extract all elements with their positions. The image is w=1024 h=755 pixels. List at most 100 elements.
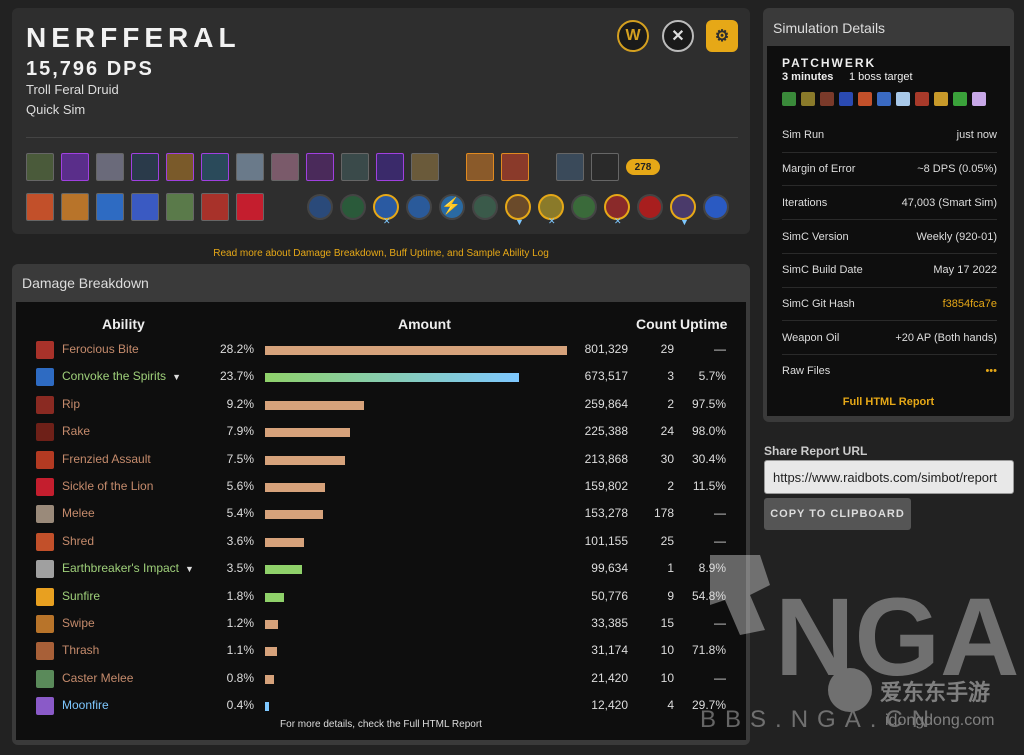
ability-row[interactable]: Shred 3.6% 101,155 25 — (16, 529, 746, 556)
gear-slot-icon[interactable] (96, 153, 124, 181)
column-header-count: Count (636, 316, 677, 332)
ability-name[interactable]: Caster Melee (62, 671, 133, 685)
damage-percent: 0.8% (226, 670, 254, 685)
ability-name-text: Convoke the Spirits (62, 369, 167, 384)
damage-percent: 3.6% (226, 533, 254, 548)
talent-icon[interactable] (96, 193, 124, 221)
gear-slot-icon[interactable] (306, 153, 334, 181)
uptime-value: 98.0% (691, 424, 726, 439)
ability-row[interactable]: Melee 5.4% 153,278 178 — (16, 501, 746, 528)
ability-name[interactable]: Shred (62, 534, 94, 548)
talent-icon[interactable] (236, 193, 264, 221)
talent-icon[interactable] (201, 193, 229, 221)
buff-icon[interactable] (839, 92, 853, 106)
soulbind-trait-icon[interactable] (406, 194, 432, 220)
talent-icon[interactable] (166, 193, 194, 221)
buff-icon[interactable] (972, 92, 986, 106)
ability-icon (36, 478, 54, 496)
ability-name[interactable]: Earthbreaker's Impact ▼ (62, 561, 194, 575)
soulbind-trait-icon[interactable]: ▼ (505, 194, 531, 227)
soulbind-trait-icon[interactable] (571, 194, 597, 220)
full-html-report-link[interactable]: Full HTML Report (767, 396, 1010, 408)
sim-detail-value[interactable]: f3854fca7e (943, 298, 997, 310)
buff-icon[interactable] (915, 92, 929, 106)
soulbind-trait-icon[interactable] (472, 194, 498, 220)
ability-row[interactable]: Swipe 1.2% 33,385 15 — (16, 611, 746, 638)
ability-name-text: Rake (62, 424, 91, 439)
ability-row[interactable]: Frenzied Assault 7.5% 213,868 30 30.4% (16, 447, 746, 474)
damage-amount: 99,634 (591, 561, 628, 576)
ability-name[interactable]: Swipe (62, 616, 95, 630)
ability-name-text: Sunfire (62, 588, 101, 603)
soulbind-trait-icon[interactable]: ⚡ (439, 194, 465, 220)
sim-detail-label: SimC Git Hash (782, 298, 855, 310)
expand-caret-icon[interactable]: ▼ (172, 372, 181, 382)
soulbind-trait-icon[interactable]: ✕ (373, 194, 399, 226)
ability-name[interactable]: Convoke the Spirits ▼ (62, 369, 181, 383)
ability-name[interactable]: Thrash (62, 643, 99, 657)
ability-icon (36, 697, 54, 716)
buff-icon[interactable] (782, 92, 796, 106)
ability-name[interactable]: Moonfire (62, 698, 109, 712)
raiderio-icon[interactable]: ✕ (662, 20, 694, 52)
ability-row[interactable]: Sickle of the Lion 5.6% 159,802 2 11.5% (16, 474, 746, 501)
talent-icon[interactable] (26, 193, 54, 221)
ability-name[interactable]: Rake (62, 424, 90, 438)
raidbots-icon[interactable]: ⚙ (706, 20, 738, 52)
gear-slot-icon[interactable] (236, 153, 264, 181)
copy-to-clipboard-button[interactable]: COPY TO CLIPBOARD (764, 498, 911, 530)
ability-row[interactable]: Moonfire 0.4% 12,420 4 29.7% (16, 693, 746, 720)
ability-name[interactable]: Ferocious Bite (62, 342, 139, 356)
conduit-icon[interactable] (307, 194, 333, 220)
ability-row[interactable]: Ferocious Bite 28.2% 801,329 29 — (16, 337, 746, 364)
talent-icon[interactable] (131, 193, 159, 221)
share-url-input[interactable] (764, 460, 1014, 494)
buff-icon[interactable] (877, 92, 891, 106)
soulbind-trait-icon[interactable] (637, 194, 663, 220)
soulbind-trait-icon[interactable]: ▼ (670, 194, 696, 227)
gear-slot-icon[interactable] (166, 153, 194, 181)
weapon-main-hand-icon[interactable] (556, 153, 584, 181)
ability-name[interactable]: Sunfire (62, 589, 100, 603)
buff-icon[interactable] (896, 92, 910, 106)
ability-row[interactable]: Sunfire 1.8% 50,776 9 54.8% (16, 584, 746, 611)
soulbind-trait-icon[interactable]: ✕ (538, 194, 564, 226)
gear-slot-icon[interactable] (61, 153, 89, 181)
gear-slot-icon[interactable] (376, 153, 404, 181)
gear-slot-icon[interactable] (501, 153, 529, 181)
damage-bar (265, 702, 270, 712)
uptime-value: — (714, 506, 726, 521)
buff-icon[interactable] (820, 92, 834, 106)
read-more-link[interactable]: Read more about Damage Breakdown, Buff U… (0, 248, 762, 259)
ability-row[interactable]: Caster Melee 0.8% 21,420 10 — (16, 666, 746, 693)
gear-slot-icon[interactable] (411, 153, 439, 181)
gear-slot-icon[interactable] (26, 153, 54, 181)
ability-row[interactable]: Rip 9.2% 259,864 2 97.5% (16, 392, 746, 419)
buff-icon[interactable] (953, 92, 967, 106)
ability-name[interactable]: Frenzied Assault (62, 452, 151, 466)
ability-row[interactable]: Rake 7.9% 225,388 24 98.0% (16, 419, 746, 446)
ability-name[interactable]: Rip (62, 397, 80, 411)
gear-slot-icon[interactable] (341, 153, 369, 181)
weapon-off-hand-icon[interactable] (591, 153, 619, 181)
buff-icon[interactable] (858, 92, 872, 106)
ability-name[interactable]: Sickle of the Lion (62, 479, 153, 493)
buff-icon[interactable] (801, 92, 815, 106)
gear-slot-icon[interactable] (271, 153, 299, 181)
ability-row[interactable]: Earthbreaker's Impact ▼ 3.5% 99,634 1 8.9% (16, 556, 746, 583)
gear-slot-icon[interactable] (131, 153, 159, 181)
talent-icon[interactable] (61, 193, 89, 221)
warcraft-logo-icon[interactable]: W (617, 20, 649, 52)
ability-row[interactable]: Convoke the Spirits ▼ 23.7% 673,517 3 5.7% (16, 364, 746, 391)
soulbind-trait-icon[interactable]: ✕ (604, 194, 630, 226)
ability-name[interactable]: Melee (62, 506, 95, 520)
buff-icon[interactable] (934, 92, 948, 106)
conduit-icon[interactable] (340, 194, 366, 220)
damage-amount: 21,420 (591, 670, 628, 685)
soulbind-trait-icon[interactable] (703, 194, 729, 220)
full-report-note: For more details, check the Full HTML Re… (280, 719, 482, 730)
gear-slot-icon[interactable] (201, 153, 229, 181)
ability-row[interactable]: Thrash 1.1% 31,174 10 71.8% (16, 638, 746, 665)
gear-slot-icon[interactable] (466, 153, 494, 181)
sim-detail-value[interactable]: ••• (985, 365, 997, 377)
